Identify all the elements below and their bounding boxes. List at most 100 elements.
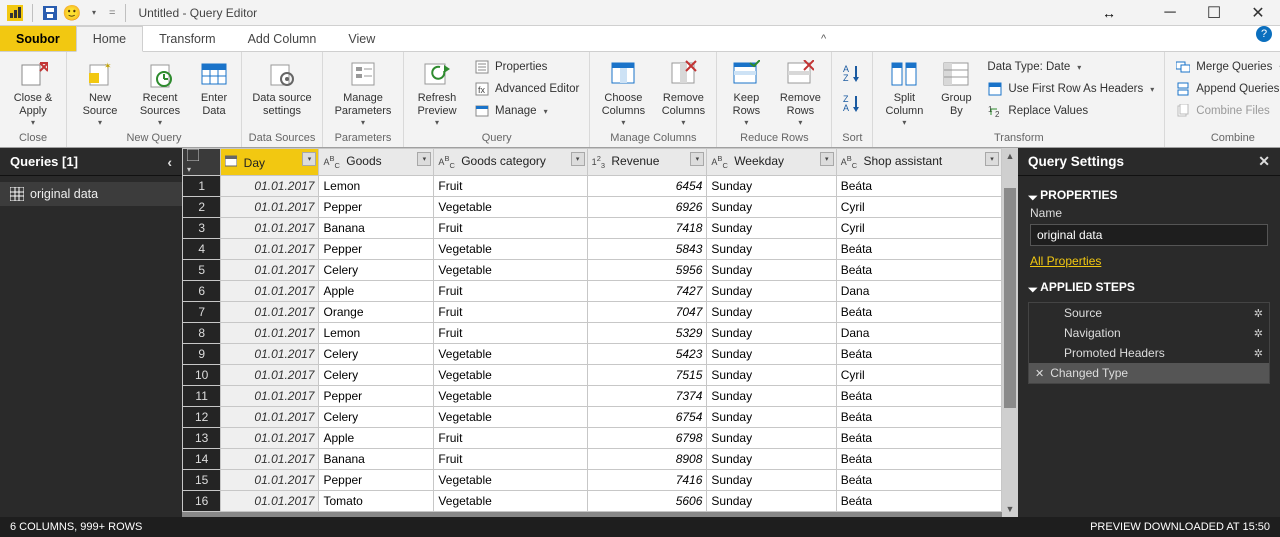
query-item-label: original data [30, 187, 98, 201]
gear-icon[interactable]: ✲ [1254, 347, 1263, 360]
all-properties-link[interactable]: All Properties [1030, 254, 1101, 268]
column-filter-icon[interactable]: ▾ [571, 152, 585, 166]
minimize-button[interactable]: ─ [1148, 0, 1192, 26]
properties-section-title[interactable]: PROPERTIES [1030, 188, 1268, 202]
menu-bar: Soubor Home Transform Add Column View ^ … [0, 26, 1280, 52]
table-row[interactable]: 1001.01.2017CeleryVegetable7515SundayCyr… [183, 365, 1002, 386]
column-header-revenue[interactable]: 123 Revenue▾ [587, 149, 707, 176]
keep-rows-button[interactable]: KeepRows▾ [721, 56, 771, 127]
close-settings-icon[interactable]: ✕ [1258, 153, 1270, 170]
tab-home[interactable]: Home [76, 26, 143, 52]
collapse-ribbon-icon[interactable]: ^ [815, 26, 832, 51]
applied-step[interactable]: ✕Changed Type [1029, 363, 1269, 383]
chevron-left-icon[interactable]: ‹ [167, 154, 172, 170]
table-row[interactable]: 1501.01.2017PepperVegetable7416SundayBeá… [183, 470, 1002, 491]
column-header-shop-assistant[interactable]: ABC Shop assistant▾ [836, 149, 1001, 176]
replace-values-button[interactable]: 12Replace Values [981, 100, 1160, 122]
column-filter-icon[interactable]: ▾ [820, 152, 834, 166]
new-source-button[interactable]: ✶ NewSource▾ [71, 56, 129, 127]
svg-text:A: A [843, 103, 849, 113]
data-source-settings-button[interactable]: Data sourcesettings [246, 56, 318, 118]
gear-icon[interactable]: ✲ [1254, 307, 1263, 320]
remove-rows-button[interactable]: RemoveRows▾ [773, 56, 827, 127]
table-row[interactable]: 601.01.2017AppleFruit7427SundayDana [183, 281, 1002, 302]
ribbon-group-close: Close [0, 130, 66, 147]
advanced-editor-button[interactable]: fxAdvanced Editor [468, 78, 585, 100]
sort-asc-button[interactable]: AZ [836, 58, 868, 88]
refresh-preview-button[interactable]: RefreshPreview▾ [408, 56, 466, 127]
table-row[interactable]: 201.01.2017PepperVegetable6926SundayCyri… [183, 197, 1002, 218]
query-list-item[interactable]: original data [0, 182, 182, 206]
status-preview-time: PREVIEW DOWNLOADED AT 15:50 [1090, 521, 1270, 533]
column-header-day[interactable]: Day▾ [221, 149, 319, 176]
choose-columns-button[interactable]: ChooseColumns▾ [594, 56, 652, 127]
ribbon-group-data-sources: Data Sources [242, 130, 322, 147]
gear-icon[interactable]: ✲ [1254, 327, 1263, 340]
queries-header[interactable]: Queries [1] ‹ [0, 148, 182, 176]
remove-columns-button[interactable]: RemoveColumns▾ [654, 56, 712, 127]
maximize-button[interactable]: ☐ [1192, 0, 1236, 26]
column-filter-icon[interactable]: ▾ [417, 152, 431, 166]
sort-desc-button[interactable]: ZA [836, 88, 868, 118]
table-row[interactable]: 101.01.2017LemonFruit6454SundayBeáta [183, 176, 1002, 197]
save-icon[interactable] [41, 4, 59, 22]
column-filter-icon[interactable]: ▾ [985, 152, 999, 166]
applied-step[interactable]: Source✲ [1029, 303, 1269, 323]
group-by-button[interactable]: GroupBy [933, 56, 979, 118]
column-filter-icon[interactable]: ▾ [302, 152, 316, 166]
qat-caret-icon[interactable]: ▾ [85, 4, 103, 22]
query-name-input[interactable] [1030, 224, 1268, 246]
scroll-down-icon[interactable]: ▼ [1002, 501, 1018, 517]
rownum-header[interactable]: ▾ [183, 149, 221, 176]
column-filter-icon[interactable]: ▾ [690, 152, 704, 166]
column-header-goods-category[interactable]: ABC Goods category▾ [434, 149, 587, 176]
applied-step[interactable]: Promoted Headers✲ [1029, 343, 1269, 363]
table-row[interactable]: 1601.01.2017TomatoVegetable5606SundayBeá… [183, 491, 1002, 512]
enter-data-button[interactable]: EnterData [191, 56, 237, 118]
merge-queries-button[interactable]: Merge Queries▾ [1169, 56, 1280, 78]
tab-file[interactable]: Soubor [0, 26, 76, 51]
help-icon[interactable]: ? [1256, 26, 1272, 42]
delete-step-icon[interactable]: ✕ [1035, 367, 1044, 380]
ribbon-group-manage-columns: Manage Columns [590, 130, 716, 147]
svg-text:fx: fx [478, 85, 486, 95]
ribbon-group-combine: Combine [1165, 130, 1280, 147]
queries-pane: Queries [1] ‹ original data [0, 148, 182, 517]
table-row[interactable]: 901.01.2017CeleryVegetable5423SundayBeát… [183, 344, 1002, 365]
data-grid: ▾ Day▾ABC Goods▾ABC Goods category▾123 R… [182, 148, 1018, 517]
data-type-dropdown[interactable]: Data Type: Date▾ [981, 56, 1160, 78]
tab-view[interactable]: View [332, 26, 391, 51]
properties-button[interactable]: Properties [468, 56, 585, 78]
applied-step[interactable]: Navigation✲ [1029, 323, 1269, 343]
vertical-scrollbar[interactable]: ▲ ▼ [1002, 148, 1018, 517]
column-header-goods[interactable]: ABC Goods▾ [319, 149, 434, 176]
manage-button[interactable]: Manage▾ [468, 100, 585, 122]
manage-parameters-button[interactable]: ManageParameters▾ [327, 56, 399, 127]
applied-steps-section-title[interactable]: APPLIED STEPS [1030, 280, 1268, 294]
ribbon: Close &Apply▾ Close ✶ NewSource▾ RecentS… [0, 52, 1280, 148]
close-window-button[interactable]: ✕ [1236, 0, 1280, 26]
table-row[interactable]: 801.01.2017LemonFruit5329SundayDana [183, 323, 1002, 344]
use-first-row-button[interactable]: Use First Row As Headers▾ [981, 78, 1160, 100]
table-row[interactable]: 301.01.2017BananaFruit7418SundayCyril [183, 218, 1002, 239]
table-row[interactable]: 1201.01.2017CeleryVegetable6754SundayBeá… [183, 407, 1002, 428]
append-queries-button[interactable]: Append Queries▾ [1169, 78, 1280, 100]
table-row[interactable]: 401.01.2017PepperVegetable5843SundayBeát… [183, 239, 1002, 260]
table-row[interactable]: 701.01.2017OrangeFruit7047SundayBeáta [183, 302, 1002, 323]
tab-transform[interactable]: Transform [143, 26, 232, 51]
scroll-up-icon[interactable]: ▲ [1002, 148, 1018, 164]
table-row[interactable]: 501.01.2017CeleryVegetable5956SundayBeát… [183, 260, 1002, 281]
emoji-icon[interactable]: 🙂 [63, 4, 81, 22]
table-row[interactable]: 1301.01.2017AppleFruit6798SundayBeáta [183, 428, 1002, 449]
table-row[interactable]: 1101.01.2017PepperVegetable7374SundayBeá… [183, 386, 1002, 407]
combine-files-button[interactable]: Combine Files [1169, 100, 1280, 122]
column-header-weekday[interactable]: ABC Weekday▾ [707, 149, 836, 176]
status-bar: 6 COLUMNS, 999+ ROWS PREVIEW DOWNLOADED … [0, 517, 1280, 537]
window-title: Untitled - Query Editor [138, 6, 257, 20]
scroll-thumb[interactable] [1004, 188, 1016, 408]
close-apply-button[interactable]: Close &Apply▾ [4, 56, 62, 127]
table-row[interactable]: 1401.01.2017BananaFruit8908SundayBeáta [183, 449, 1002, 470]
recent-sources-button[interactable]: RecentSources▾ [131, 56, 189, 127]
tab-add-column[interactable]: Add Column [232, 26, 333, 51]
split-column-button[interactable]: SplitColumn▾ [877, 56, 931, 127]
